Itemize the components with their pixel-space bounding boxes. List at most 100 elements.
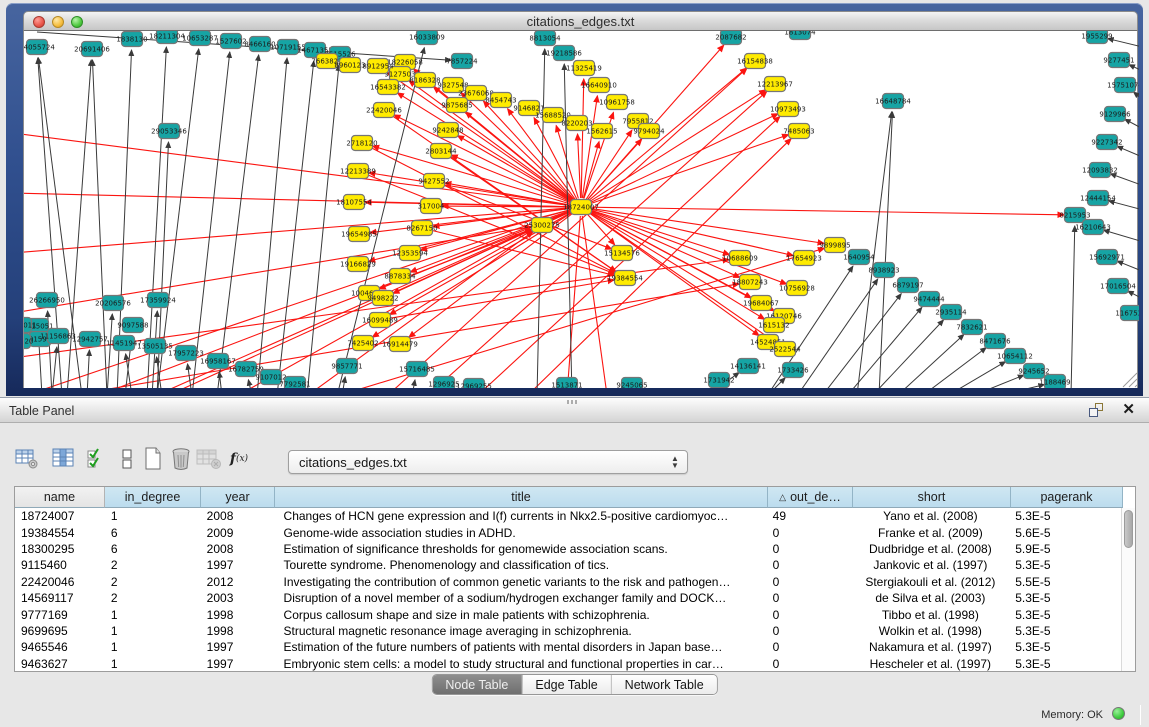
graph-edge[interactable] bbox=[1117, 261, 1139, 273]
graph-node-label: 9327548 bbox=[437, 81, 468, 89]
graph-edge[interactable] bbox=[217, 55, 259, 388]
graph-node-label: 9498222 bbox=[367, 294, 398, 302]
graph-edge[interactable] bbox=[389, 280, 614, 319]
column-header-name[interactable]: name bbox=[15, 487, 105, 508]
graph-edge[interactable] bbox=[337, 48, 424, 388]
tab-edge-table[interactable]: Edge Table bbox=[521, 675, 610, 694]
graph-edge[interactable] bbox=[219, 372, 222, 388]
table-row[interactable]: 1456911722003Disruption of a novel membe… bbox=[15, 590, 1121, 606]
graph-edge[interactable] bbox=[1134, 92, 1139, 103]
graph-edge[interactable] bbox=[897, 334, 964, 388]
graph-edge[interactable] bbox=[947, 362, 1006, 388]
delete-table-icon[interactable] bbox=[168, 446, 194, 472]
table-row[interactable]: 911546021997Tourette syndrome. Phenomeno… bbox=[15, 557, 1121, 573]
table-selector-dropdown[interactable]: citations_edges.txt ▲▼ bbox=[288, 450, 688, 474]
zoom-window-button[interactable] bbox=[71, 16, 83, 28]
minimize-window-button[interactable] bbox=[52, 16, 64, 28]
graph-edge[interactable] bbox=[97, 229, 532, 388]
table-cell: Yano et al. (2008) bbox=[852, 509, 1010, 523]
graph-node-label: 1188469 bbox=[1039, 378, 1070, 386]
graph-node-label: 19218586 bbox=[546, 49, 582, 57]
graph-edge[interactable] bbox=[581, 79, 584, 198]
table-row[interactable]: 2242004622012Investigating the contribut… bbox=[15, 574, 1121, 590]
column-visibility-icon[interactable] bbox=[50, 446, 76, 472]
graph-node-label: 9857771 bbox=[331, 362, 362, 370]
column-header-title[interactable]: title bbox=[275, 487, 768, 508]
split-panel-icon[interactable] bbox=[114, 446, 140, 472]
table-row[interactable]: 1830029562008Estimation of significance … bbox=[15, 541, 1121, 557]
graph-node-label: 16640910 bbox=[581, 81, 617, 89]
memory-status-indicator[interactable] bbox=[1112, 707, 1125, 720]
table-cell: 0 bbox=[767, 591, 852, 605]
graph-edge[interactable] bbox=[582, 216, 607, 388]
graph-edge[interactable] bbox=[847, 307, 922, 388]
table-row[interactable]: 1872400712008Changes of HCN gene express… bbox=[15, 508, 1121, 524]
table-row[interactable]: 946554611997Estimation of the future num… bbox=[15, 639, 1121, 655]
graph-edge[interactable] bbox=[590, 207, 1064, 215]
column-header-out-de-[interactable]: △out_de… bbox=[768, 487, 853, 508]
table-cell: Tourette syndrome. Phenomenology and cla… bbox=[275, 558, 767, 572]
graph-node-label: 2522544 bbox=[769, 345, 801, 353]
vertical-scrollbar[interactable] bbox=[1121, 508, 1135, 671]
graph-edge[interactable] bbox=[590, 210, 730, 255]
graph-edge[interactable] bbox=[257, 58, 287, 388]
float-panel-icon[interactable] bbox=[1089, 403, 1105, 418]
scrollbar-thumb[interactable] bbox=[1124, 510, 1133, 548]
column-header-year[interactable]: year bbox=[201, 487, 275, 508]
graph-node-label: 12093832 bbox=[1082, 166, 1118, 174]
graph-node-label: 10653287 bbox=[182, 34, 218, 42]
graph-edge[interactable] bbox=[1129, 65, 1139, 73]
memory-status-label: Memory: OK bbox=[1041, 709, 1103, 721]
function-builder-icon[interactable]: f(x) bbox=[226, 446, 252, 472]
graph-node-label: 19654985 bbox=[341, 230, 377, 238]
table-cell: 1997 bbox=[201, 640, 275, 654]
delete-column-icon[interactable] bbox=[196, 446, 222, 472]
table-cell: 9465546 bbox=[15, 640, 105, 654]
graph-edge[interactable] bbox=[922, 348, 986, 388]
graph-edge[interactable] bbox=[248, 380, 252, 388]
table-row[interactable]: 946362711997Embryonic stem cells: a mode… bbox=[15, 656, 1121, 671]
graph-edge[interactable] bbox=[797, 279, 878, 388]
graph-edge[interactable] bbox=[1071, 226, 1075, 388]
network-graph-canvas[interactable]: 1872400725300275193845542405572420691406… bbox=[23, 31, 1138, 388]
graph-edge[interactable] bbox=[1104, 230, 1139, 243]
graph-edge[interactable] bbox=[342, 377, 345, 388]
graph-node-label: 1733426 bbox=[777, 366, 809, 374]
graph-edge[interactable] bbox=[879, 112, 892, 388]
table-cell: 5.5E-5 bbox=[1009, 575, 1121, 589]
resize-grip-icon[interactable] bbox=[1123, 373, 1137, 387]
graph-edge[interactable] bbox=[1110, 174, 1139, 187]
tab-node-table[interactable]: Node Table bbox=[432, 675, 521, 694]
close-panel-icon[interactable]: ✕ bbox=[1122, 401, 1135, 419]
graph-edge[interactable] bbox=[87, 350, 89, 388]
tab-network-table[interactable]: Network Table bbox=[611, 675, 717, 694]
graph-edge[interactable] bbox=[458, 136, 574, 203]
graph-edge[interactable] bbox=[589, 135, 788, 204]
select-all-icon[interactable] bbox=[84, 446, 110, 472]
graph-edge[interactable] bbox=[578, 134, 581, 198]
graph-edge[interactable] bbox=[107, 314, 112, 388]
graph-node-label: 16210643 bbox=[1075, 223, 1111, 231]
graph-edge[interactable] bbox=[1117, 146, 1139, 159]
table-settings-icon[interactable] bbox=[14, 446, 40, 472]
graph-edge[interactable] bbox=[1125, 119, 1139, 131]
graph-edge[interactable] bbox=[412, 380, 415, 388]
new-table-icon[interactable] bbox=[140, 446, 166, 472]
close-window-button[interactable] bbox=[33, 16, 45, 28]
graph-edge[interactable] bbox=[1128, 291, 1139, 301]
graph-edge[interactable] bbox=[587, 45, 724, 200]
graph-edge[interactable] bbox=[822, 294, 901, 388]
window-title-bar[interactable]: citations_edges.txt bbox=[23, 11, 1138, 31]
table-body: 1872400712008Changes of HCN gene express… bbox=[15, 508, 1121, 671]
graph-edge[interactable] bbox=[997, 385, 1044, 388]
column-header-in-degree[interactable]: in_degree bbox=[105, 487, 201, 508]
splitter-grip-icon[interactable] bbox=[567, 400, 579, 404]
column-header-pagerank[interactable]: pagerank bbox=[1011, 487, 1123, 508]
graph-edge[interactable] bbox=[52, 347, 57, 388]
table-row[interactable]: 977716911998Corpus callosum shape and si… bbox=[15, 606, 1121, 622]
table-row[interactable]: 1938455462009Genome-wide association stu… bbox=[15, 524, 1121, 540]
graph-node-label: 1813074 bbox=[784, 31, 816, 36]
table-row[interactable]: 969969511998Structural magnetic resonanc… bbox=[15, 623, 1121, 639]
column-header-short[interactable]: short bbox=[853, 487, 1011, 508]
table-cell: Franke et al. (2009) bbox=[852, 526, 1010, 540]
